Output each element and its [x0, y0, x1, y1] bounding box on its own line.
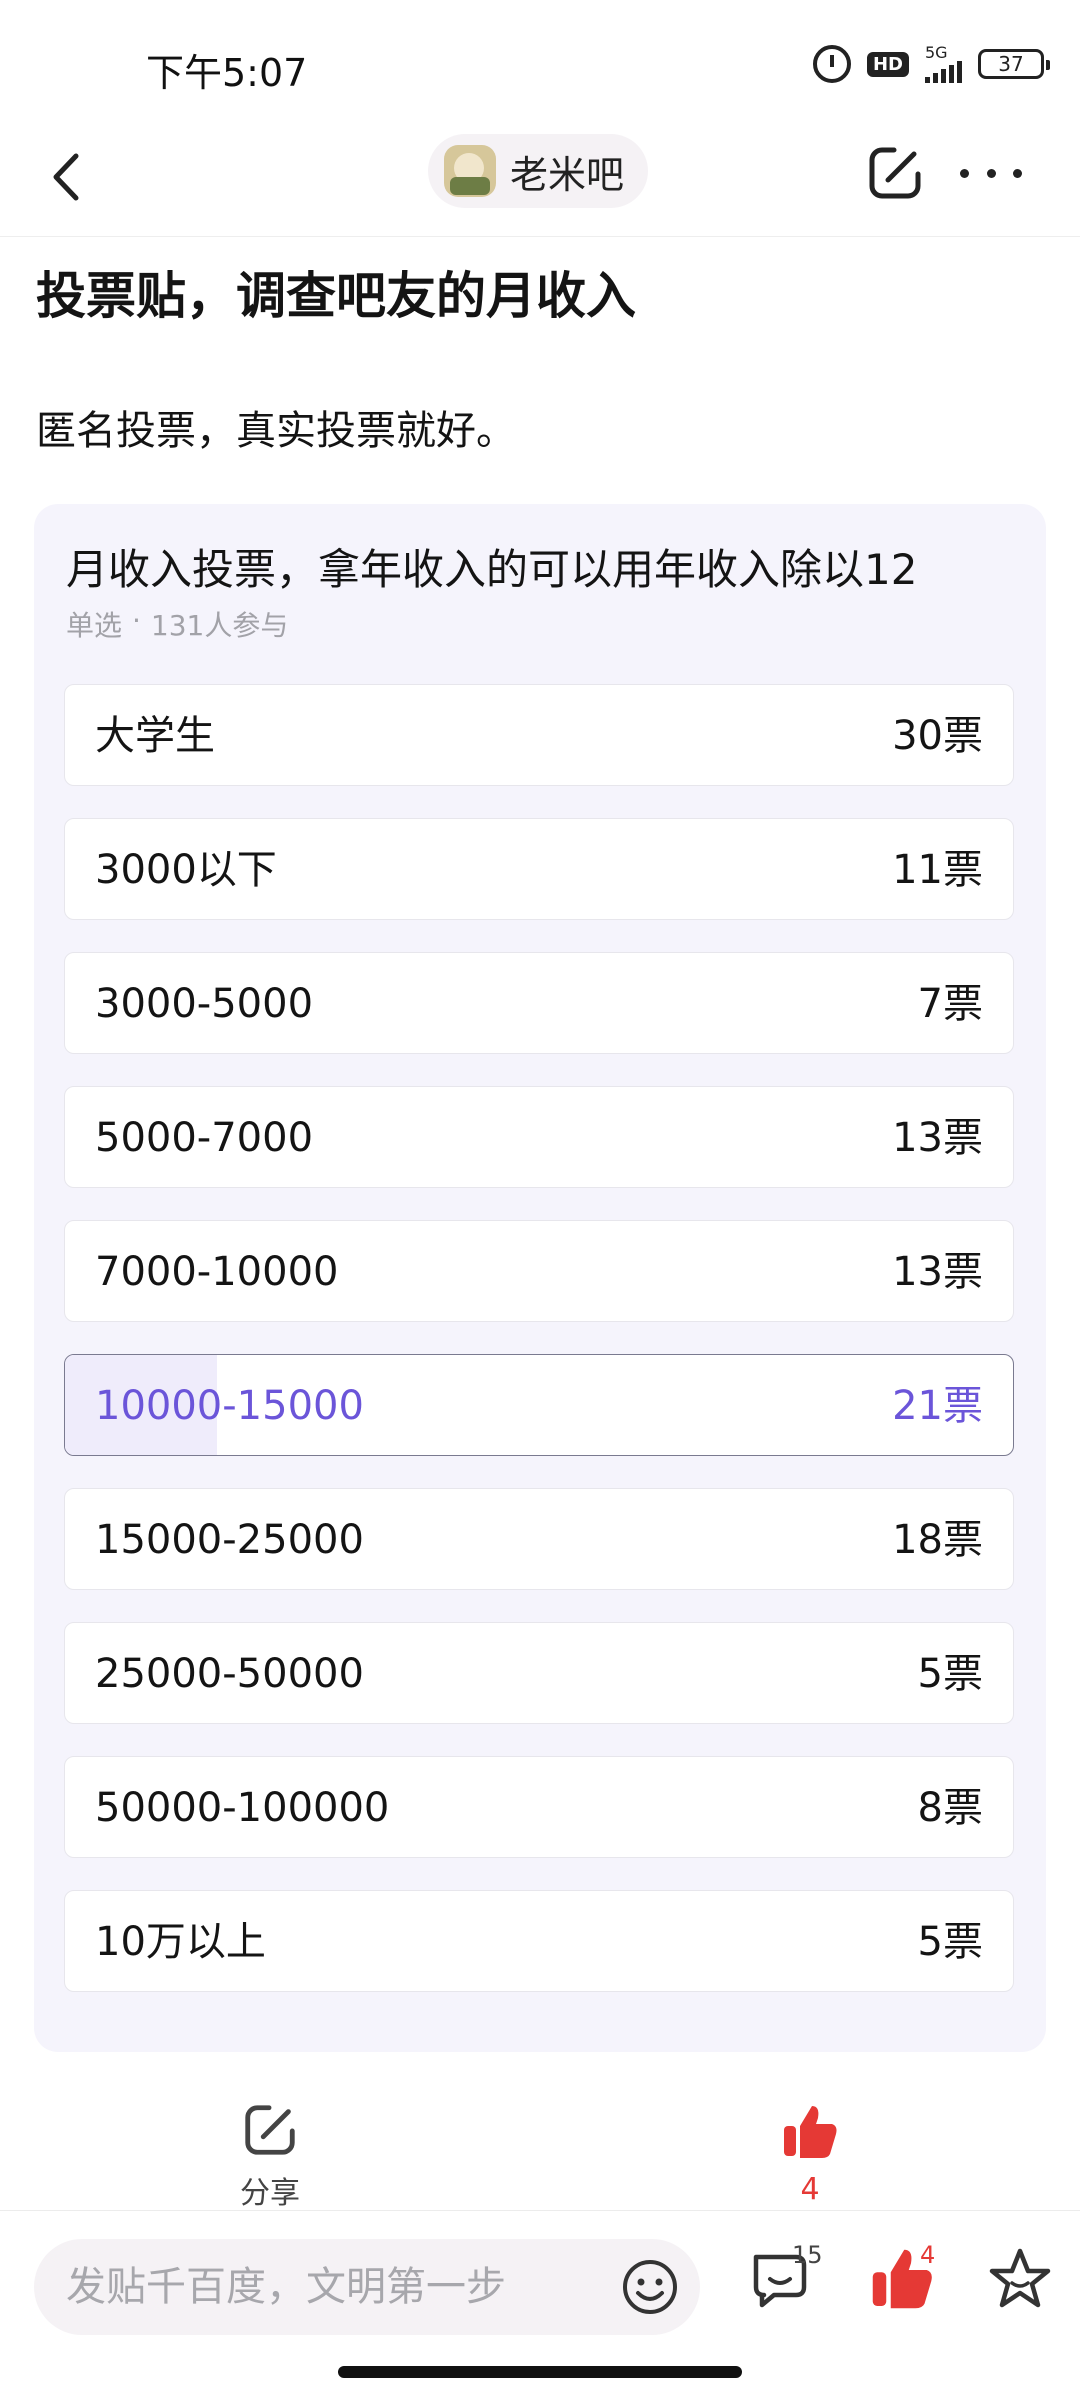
status-time: 下午5:07	[146, 51, 308, 95]
poll-option[interactable]: 3000以下 11票	[64, 818, 1014, 920]
comment-input-placeholder: 发贴千百度，文明第一步	[66, 2264, 506, 2310]
more-dot-icon	[1013, 168, 1022, 178]
signal-icon: 5G	[925, 45, 962, 83]
like-button[interactable]: 4	[740, 2100, 880, 2207]
status-icons: HD 5G 37	[812, 44, 1050, 84]
poll-option-votes: 30票	[892, 713, 983, 759]
edit-icon	[869, 147, 921, 199]
more-dot-icon	[986, 168, 996, 178]
poll-option[interactable]: 5000-7000 13票	[64, 1086, 1014, 1188]
forum-avatar	[444, 145, 496, 197]
poll-option[interactable]: 10万以上 5票	[64, 1890, 1014, 1992]
like-count: 4	[800, 2172, 820, 2207]
network-type: 5G	[925, 43, 948, 62]
poll-option[interactable]: 大学生 30票	[64, 684, 1014, 786]
poll-option[interactable]: 15000-25000 18票	[64, 1488, 1014, 1590]
poll-option-votes: 21票	[892, 1383, 983, 1429]
poll-meta: 单选 · 131人参与	[66, 604, 288, 644]
edit-button[interactable]	[864, 142, 926, 204]
comment-input[interactable]: 发贴千百度，文明第一步	[34, 2239, 700, 2335]
poll-option-label: 大学生	[95, 713, 215, 759]
poll-option[interactable]: 50000-100000 8票	[64, 1756, 1014, 1858]
poll-option-votes: 18票	[892, 1517, 983, 1563]
poll-option-label: 7000-10000	[95, 1249, 339, 1295]
poll-card: 月收入投票，拿年收入的可以用年收入除以12 单选 · 131人参与 大学生 30票…	[34, 504, 1046, 2052]
post-body: 匿名投票，真实投票就好。	[36, 408, 516, 454]
top-nav: 老米吧	[0, 120, 1080, 237]
poll-option-label: 25000-50000	[95, 1651, 364, 1697]
poll-option[interactable]: 3000-5000 7票	[64, 952, 1014, 1054]
poll-option-votes: 11票	[892, 847, 983, 893]
poll-option-votes: 8票	[917, 1785, 983, 1831]
star-icon[interactable]	[984, 2243, 1056, 2315]
poll-option[interactable]: 25000-50000 5票	[64, 1622, 1014, 1724]
hd-icon: HD	[866, 51, 909, 77]
poll-option[interactable]: 7000-10000 13票	[64, 1220, 1014, 1322]
share-icon	[245, 2105, 295, 2155]
share-button[interactable]: 分享	[200, 2100, 340, 2212]
more-button[interactable]	[960, 142, 1022, 204]
poll-question: 月收入投票，拿年收入的可以用年收入除以12	[66, 545, 918, 594]
back-button[interactable]	[40, 142, 100, 212]
poll-meta-separator: ·	[132, 604, 141, 637]
forum-entry[interactable]: 老米吧	[428, 134, 649, 208]
poll-mode: 单选	[66, 609, 123, 642]
alarm-icon	[812, 45, 851, 83]
thumbs-up-icon	[784, 2106, 837, 2158]
poll-option-votes: 5票	[917, 1651, 983, 1697]
post-title: 投票贴，调查吧友的月收入	[36, 267, 636, 325]
poll-option-label: 5000-7000	[95, 1115, 314, 1161]
emoji-icon[interactable]	[620, 2257, 680, 2317]
poll-option[interactable]: 10000-15000 21票	[64, 1354, 1014, 1456]
bottom-bar: 发贴千百度，文明第一步 15 4	[0, 2210, 1080, 2361]
poll-participants: 131人参与	[150, 609, 289, 642]
comment-count-badge: 15	[792, 2241, 823, 2269]
poll-option-label: 3000以下	[95, 847, 277, 893]
status-bar: 下午5:07 HD 5G 37	[0, 0, 1080, 120]
chevron-left-icon	[53, 153, 79, 201]
forum-name: 老米吧	[510, 152, 625, 197]
share-label: 分享	[240, 2176, 300, 2211]
poll-option-label: 50000-100000	[95, 1785, 390, 1831]
poll-option-label: 10万以上	[95, 1919, 266, 1965]
poll-option-label: 10000-15000	[95, 1383, 364, 1429]
home-indicator[interactable]	[338, 2366, 742, 2378]
battery-icon: 37	[978, 49, 1050, 79]
poll-option-votes: 7票	[917, 981, 983, 1027]
poll-option-votes: 5票	[917, 1919, 983, 1965]
poll-option-label: 3000-5000	[95, 981, 314, 1027]
poll-option-votes: 13票	[892, 1115, 983, 1161]
more-dot-icon	[960, 168, 969, 178]
like-count-badge: 4	[920, 2241, 936, 2269]
post-actions: 分享 4	[0, 2100, 1080, 2212]
poll-option-label: 15000-25000	[95, 1517, 364, 1563]
poll-option-votes: 13票	[892, 1249, 983, 1295]
